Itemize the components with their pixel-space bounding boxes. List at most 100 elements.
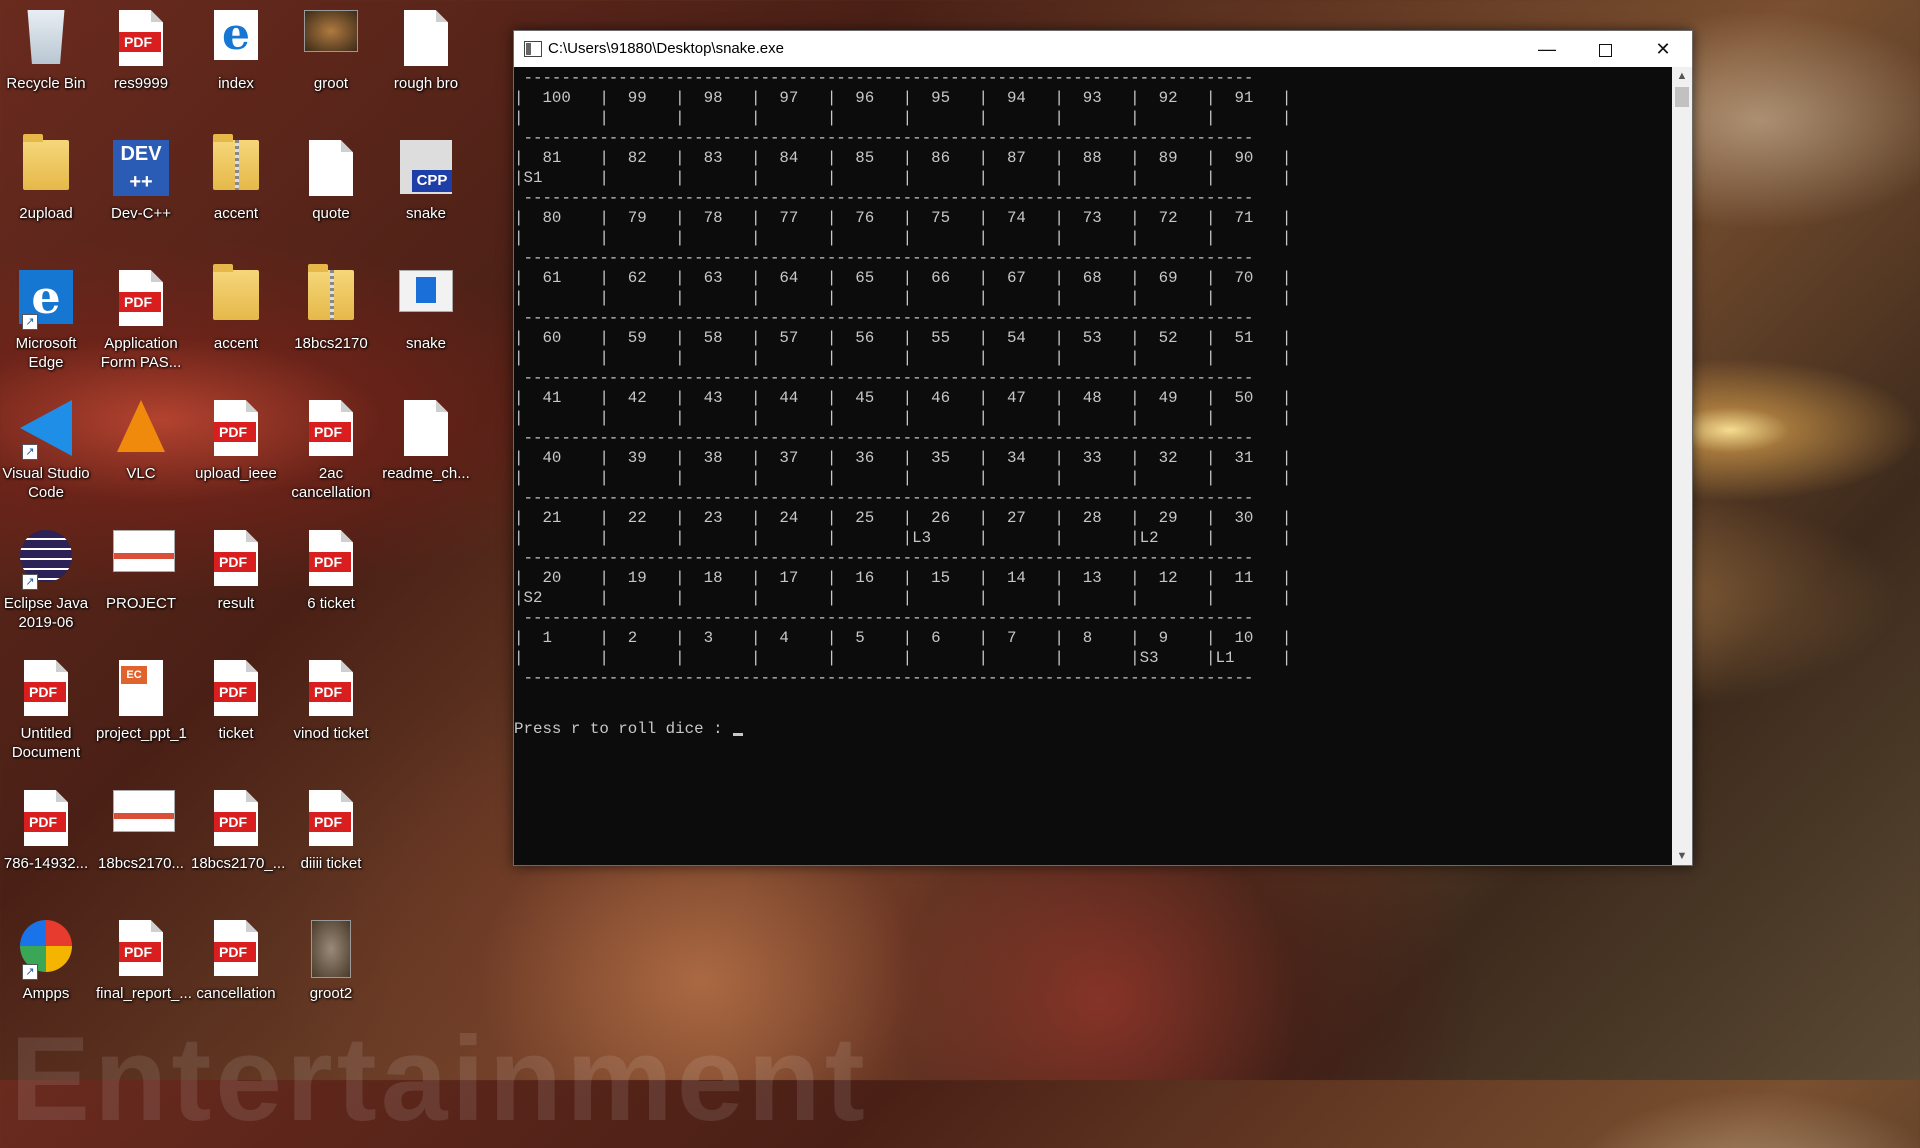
game-board: ----------------------------------------… bbox=[514, 68, 1291, 688]
desktop-icon-vscode[interactable]: ↗ Visual Studio Code bbox=[1, 390, 91, 510]
desktop-icon-upload-ieee[interactable]: PDF upload_ieee bbox=[191, 390, 281, 510]
image-icon bbox=[304, 10, 358, 52]
title-bar[interactable]: C:\Users\91880\Desktop\snake.exe — ✕ bbox=[514, 31, 1692, 67]
pdf-icon: PDF bbox=[119, 10, 163, 66]
blank-file-icon bbox=[309, 140, 353, 196]
desktop-icon-recycle-bin[interactable]: Recycle Bin bbox=[1, 0, 91, 120]
scroll-up-icon[interactable]: ▲ bbox=[1672, 67, 1692, 85]
console-output[interactable]: ----------------------------------------… bbox=[514, 67, 1672, 865]
desktop-icon-vinod-ticket[interactable]: PDF vinod ticket bbox=[286, 650, 376, 770]
icon-label: groot2 bbox=[309, 985, 353, 1002]
desktop-icon-18bcs2170-zip[interactable]: 18bcs2170 bbox=[286, 260, 376, 380]
desktop-icon-quote[interactable]: quote bbox=[286, 130, 376, 250]
icon-label: 2upload bbox=[19, 205, 73, 222]
icon-label: quote bbox=[312, 205, 350, 222]
desktop-icon-untitled-document[interactable]: PDF Untitled Document bbox=[1, 650, 91, 770]
blank-file-icon bbox=[404, 400, 448, 456]
pdf-icon: PDF bbox=[309, 660, 353, 716]
icon-label: 786-14932... bbox=[3, 855, 89, 872]
desktop-icon-snake-exe[interactable]: snake bbox=[381, 260, 471, 380]
wallpaper-watermark: Entertainment bbox=[10, 1012, 869, 1146]
pdf-icon: PDF bbox=[24, 660, 68, 716]
desktop-icon-eclipse[interactable]: ↗ Eclipse Java 2019-06 bbox=[1, 520, 91, 640]
desktop-icon-18bcs2170-pdf[interactable]: PDF 18bcs2170_... bbox=[191, 780, 286, 900]
board-line: | | | | | |L3 | | |L2 | | bbox=[514, 529, 1292, 547]
vlc-icon bbox=[117, 400, 165, 452]
input-prompt[interactable]: Press r to roll dice : bbox=[514, 719, 743, 739]
desktop-icon-18bcs2170-doc[interactable]: 18bcs2170... bbox=[96, 780, 186, 900]
exe-icon bbox=[399, 270, 453, 312]
desktop-icon-2upload[interactable]: 2upload bbox=[1, 130, 91, 250]
icon-label: accent bbox=[213, 205, 259, 222]
desktop-icon-snake-cpp[interactable]: CPP snake bbox=[381, 130, 471, 250]
board-line: |S2 | | | | | | | | | | bbox=[514, 589, 1292, 607]
board-line: | 1 | 2 | 3 | 4 | 5 | 6 | 7 | 8 | 9 | 10… bbox=[514, 629, 1292, 647]
desktop-icon-res9999[interactable]: PDF res9999 bbox=[96, 0, 186, 120]
console-window[interactable]: C:\Users\91880\Desktop\snake.exe — ✕ ---… bbox=[513, 30, 1693, 866]
icon-label: accent bbox=[213, 335, 259, 352]
pdf-icon: PDF bbox=[214, 920, 258, 976]
maximize-icon bbox=[1598, 43, 1612, 57]
desktop-icon-2ac-cancellation[interactable]: PDF 2ac cancellation bbox=[286, 390, 376, 510]
pdf-icon: PDF bbox=[214, 790, 258, 846]
desktop-icon-devcpp[interactable]: DEV ++ Dev-C++ bbox=[96, 130, 186, 250]
icon-label: cancellation bbox=[196, 985, 276, 1002]
desktop-icon-ampps[interactable]: ↗ Ampps bbox=[1, 910, 91, 1030]
desktop-icon-786[interactable]: PDF 786-14932... bbox=[1, 780, 91, 900]
blank-file-icon bbox=[404, 10, 448, 66]
desktop-icon-application-form[interactable]: PDF Application Form PAS... bbox=[96, 260, 186, 380]
board-line: ----------------------------------------… bbox=[523, 609, 1254, 627]
board-line: | 21 | 22 | 23 | 24 | 25 | 26 | 27 | 28 … bbox=[514, 509, 1292, 527]
close-button[interactable]: ✕ bbox=[1634, 31, 1692, 67]
desktop-icon-ticket[interactable]: PDF ticket bbox=[191, 650, 281, 770]
icon-label: 18bcs2170... bbox=[98, 855, 184, 872]
maximize-button[interactable] bbox=[1576, 31, 1634, 67]
desktop-icon-vlc[interactable]: VLC bbox=[96, 390, 186, 510]
desktop-icon-readme[interactable]: readme_ch... bbox=[381, 390, 471, 510]
icon-label: groot bbox=[313, 75, 349, 92]
board-line: | | | | | | | | | | | bbox=[514, 289, 1292, 307]
scrollbar-thumb[interactable] bbox=[1675, 87, 1689, 107]
desktop-icon-project-ppt[interactable]: project_ppt_1 bbox=[96, 650, 187, 770]
icon-label: Untitled Document bbox=[11, 725, 81, 761]
pdf-icon: PDF bbox=[119, 920, 163, 976]
icon-label: final_report_... bbox=[96, 985, 192, 1002]
icon-label: index bbox=[218, 75, 254, 92]
board-line: ----------------------------------------… bbox=[523, 309, 1254, 327]
desktop-icon-project[interactable]: PROJECT bbox=[96, 520, 186, 640]
board-line: ----------------------------------------… bbox=[523, 549, 1254, 567]
board-line: | | | | | | | | | | | bbox=[514, 109, 1292, 127]
pdf-icon: PDF bbox=[309, 400, 353, 456]
desktop-icon-cancellation[interactable]: PDF cancellation bbox=[191, 910, 281, 1030]
icon-label: result bbox=[217, 595, 255, 612]
document-thumbnail-icon bbox=[113, 530, 175, 572]
icon-label: vinod ticket bbox=[293, 725, 369, 742]
scroll-down-icon[interactable]: ▼ bbox=[1672, 847, 1692, 865]
board-line: |S1 | | | | | | | | | | bbox=[514, 169, 1292, 187]
board-line: | 81 | 82 | 83 | 84 | 85 | 86 | 87 | 88 … bbox=[514, 149, 1292, 167]
icon-label: snake bbox=[405, 205, 447, 222]
board-line: | | | | | | | | | | | bbox=[514, 469, 1292, 487]
desktop-icon-final-report[interactable]: PDF final_report_... bbox=[96, 910, 192, 1030]
desktop-icon-groot2[interactable]: groot2 bbox=[286, 910, 376, 1030]
desktop-icon-result[interactable]: PDF result bbox=[191, 520, 281, 640]
desktop-icon-6-ticket[interactable]: PDF 6 ticket bbox=[286, 520, 376, 640]
icon-label: 2ac cancellation bbox=[291, 465, 371, 501]
pdf-icon: PDF bbox=[214, 400, 258, 456]
minimize-button[interactable]: — bbox=[1518, 31, 1576, 67]
icon-label: Microsoft Edge bbox=[15, 335, 77, 371]
icon-label: Ampps bbox=[22, 985, 70, 1002]
desktop-icon-accent-folder[interactable]: accent bbox=[191, 260, 281, 380]
board-line: | 41 | 42 | 43 | 44 | 45 | 46 | 47 | 48 … bbox=[514, 389, 1292, 407]
desktop-icon-groot[interactable]: groot bbox=[286, 0, 376, 120]
desktop-icon-microsoft-edge[interactable]: e ↗ Microsoft Edge bbox=[1, 260, 91, 380]
shortcut-arrow-icon: ↗ bbox=[22, 314, 38, 330]
icon-label: 6 ticket bbox=[307, 595, 355, 612]
desktop-icon-index[interactable]: e index bbox=[191, 0, 281, 120]
icon-label: 18bcs2170_... bbox=[191, 855, 286, 872]
desktop-icon-accent-zip[interactable]: accent bbox=[191, 130, 281, 250]
desktop-icon-diiii-ticket[interactable]: PDF diiii ticket bbox=[286, 780, 376, 900]
pdf-icon: PDF bbox=[214, 660, 258, 716]
desktop-icon-rough-bro[interactable]: rough bro bbox=[381, 0, 471, 120]
vertical-scrollbar[interactable]: ▲ ▼ bbox=[1672, 67, 1692, 865]
